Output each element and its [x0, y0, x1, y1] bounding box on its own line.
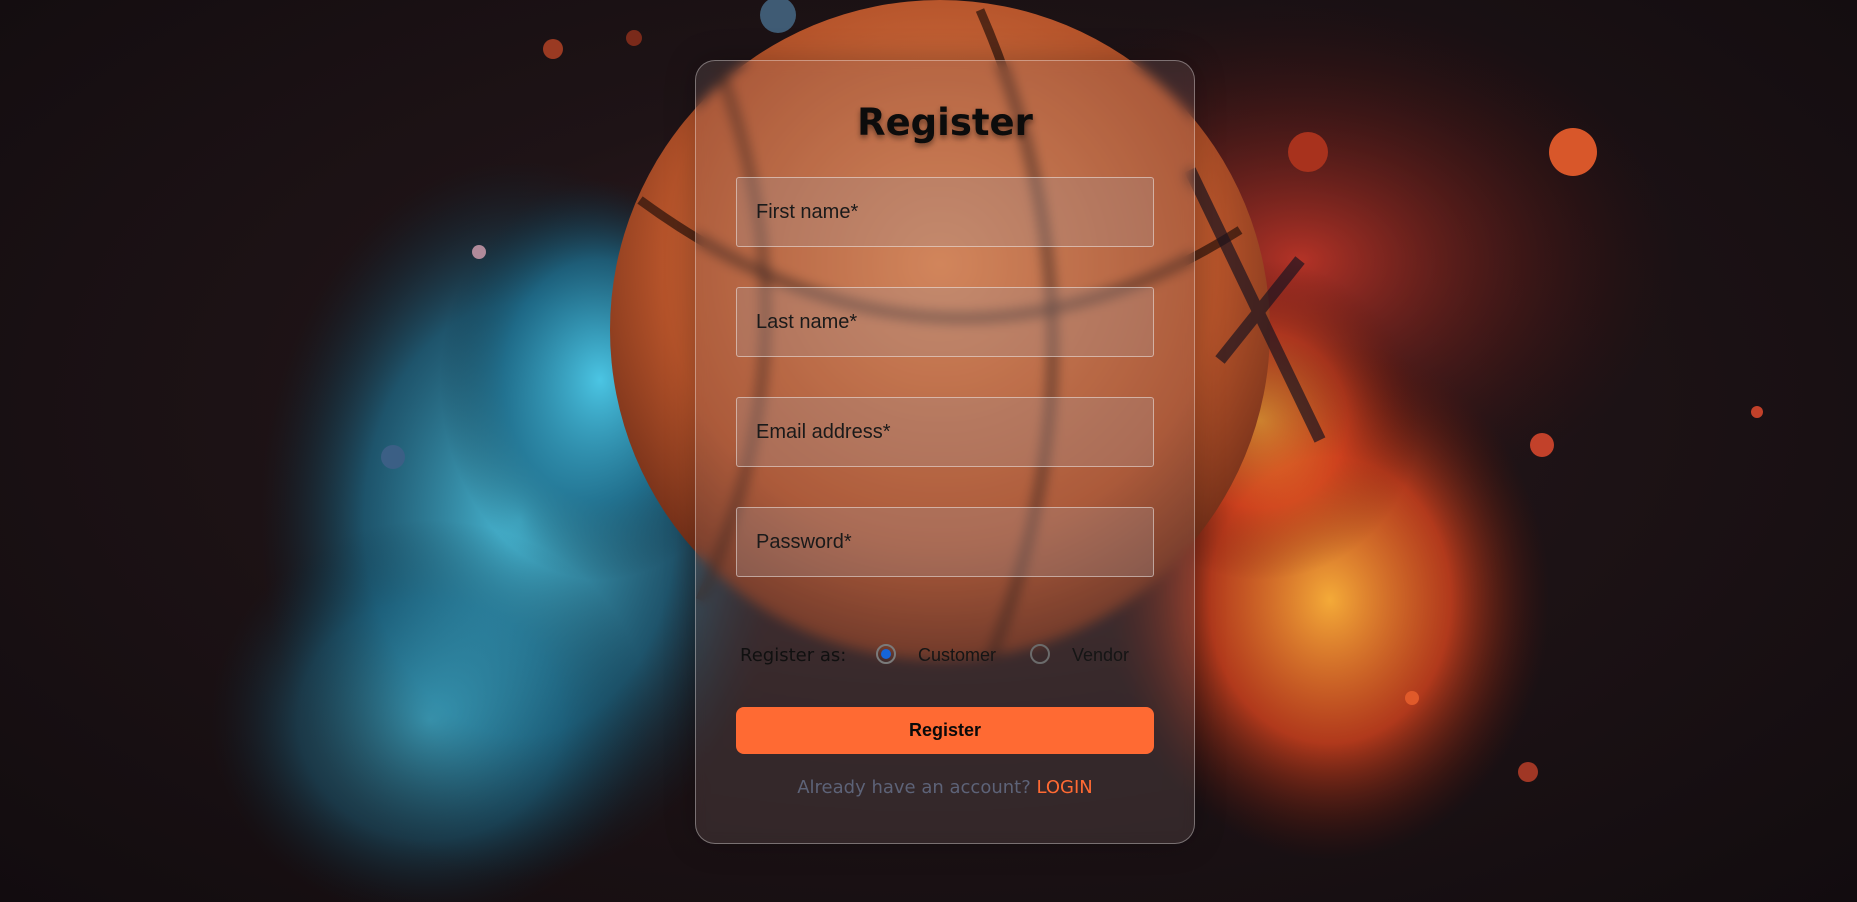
page-title: Register [857, 101, 1033, 144]
login-prompt-text: Already have an account? [797, 777, 1031, 798]
last-name-input[interactable] [736, 287, 1154, 357]
vendor-radio[interactable] [1030, 644, 1050, 664]
register-card: Register Register as: Customer Vendor Re… [695, 60, 1195, 844]
register-as-group: Register as: Customer Vendor [740, 641, 1160, 671]
first-name-input[interactable] [736, 177, 1154, 247]
register-as-label: Register as: [740, 645, 847, 666]
customer-radio-label[interactable]: Customer [918, 645, 996, 666]
password-input[interactable] [736, 507, 1154, 577]
vendor-radio-label[interactable]: Vendor [1072, 645, 1129, 666]
login-link[interactable]: LOGIN [1037, 777, 1093, 798]
customer-radio[interactable] [876, 644, 896, 664]
login-prompt-line: Already have an account? LOGIN [696, 777, 1194, 798]
radio-selected-dot [881, 649, 891, 659]
register-button[interactable]: Register [736, 707, 1154, 754]
email-input[interactable] [736, 397, 1154, 467]
